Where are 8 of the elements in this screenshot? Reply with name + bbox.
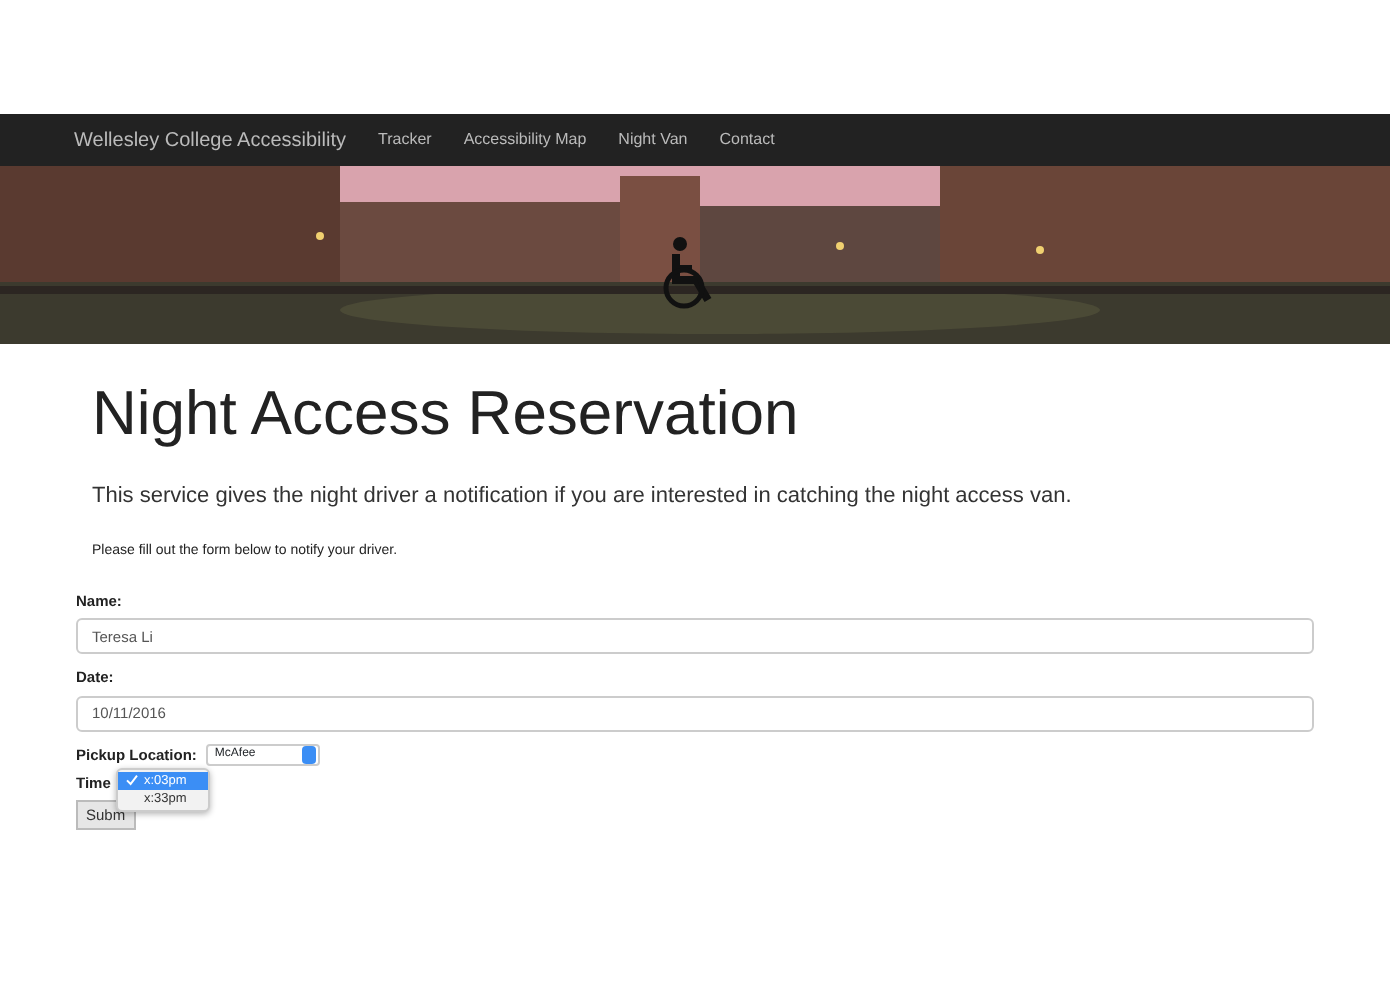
nav-link[interactable]: Tracker <box>377 128 432 152</box>
checkmark-icon <box>126 774 138 787</box>
intro-text: This service gives the night driver a notification if you are interested in catching the night access van. <box>92 482 1074 513</box>
nav-link[interactable]: Accessibility Map <box>463 128 587 152</box>
nav-link[interactable]: Night Van <box>618 128 688 152</box>
page-heading: Night Access Reservation <box>92 380 801 449</box>
brand-link[interactable]: Wellesley College Accessibility <box>74 125 346 155</box>
nav-link[interactable]: Contact <box>719 128 775 152</box>
